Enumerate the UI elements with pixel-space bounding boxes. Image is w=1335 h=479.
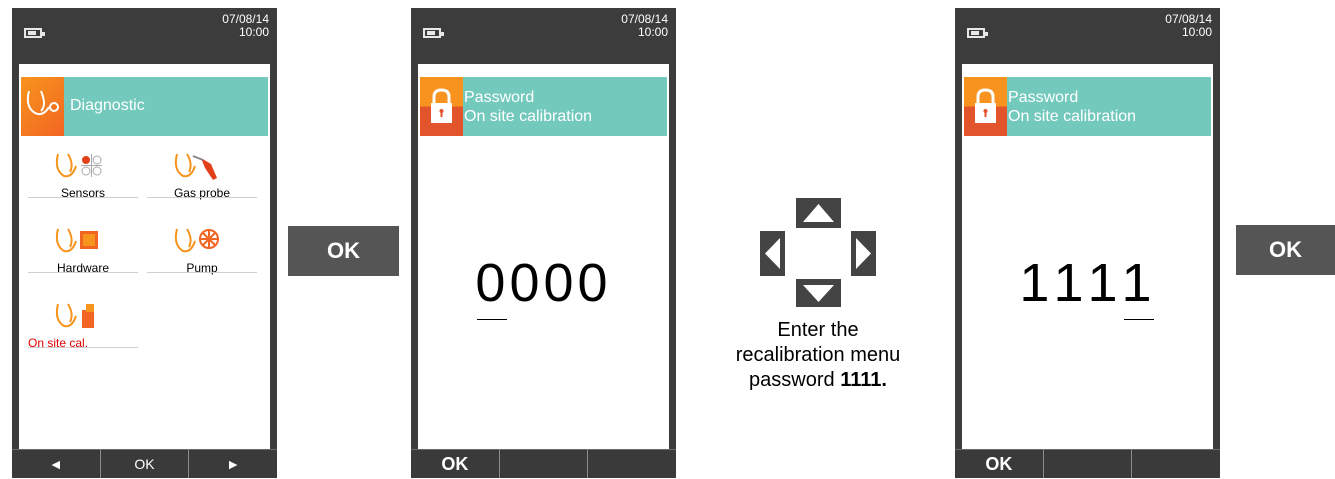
time-text: 10:00 <box>637 25 668 39</box>
tile-sensors[interactable]: Sensors <box>24 150 142 200</box>
stethoscope-icon <box>21 77 64 136</box>
page-title: Diagnostic <box>70 97 145 114</box>
gas-probe-icon <box>171 150 231 184</box>
softkey-empty[interactable] <box>587 449 677 478</box>
tile-on-site-cal[interactable]: On site cal. <box>24 300 142 350</box>
time-text: 10:00 <box>238 25 269 39</box>
page-title-bar: Password On site calibration <box>463 77 667 136</box>
cursor-underline <box>477 319 508 320</box>
datetime: 07/08/14 10:00 <box>222 13 269 39</box>
device-password-filled: 07/08/14 10:00 Password On site calibrat… <box>955 8 1221 478</box>
datetime: 07/08/14 10:00 <box>621 13 668 39</box>
softkey-empty[interactable] <box>1131 449 1221 478</box>
softkey-ok[interactable]: OK <box>955 449 1043 478</box>
softkey-empty[interactable] <box>498 449 588 478</box>
instruction-line-1: Enter the <box>777 319 859 341</box>
arrow-keypad <box>758 196 878 308</box>
password-value: 1111. <box>840 369 887 391</box>
password-digits[interactable]: 0 000 <box>418 252 669 320</box>
digit-1: 1 <box>1019 253 1054 313</box>
sensors-icon <box>52 150 112 184</box>
password-header: Password On site calibration <box>420 77 667 136</box>
arrow-down-key[interactable] <box>796 279 841 307</box>
battery-icon <box>423 28 444 38</box>
tile-pump[interactable]: Pump <box>143 225 261 275</box>
softkey-left[interactable]: ◄ <box>12 449 100 478</box>
page-subtitle: On site calibration <box>464 108 593 125</box>
ok-key-1[interactable]: OK <box>288 226 399 276</box>
softkey-right[interactable]: ► <box>188 449 278 478</box>
softkey-bar: ◄ OK ► <box>12 449 278 478</box>
diagnostic-header: Diagnostic <box>21 77 268 136</box>
instruction-text: Enter the recalibration menu password 11… <box>703 318 933 393</box>
device-password-entry: 07/08/14 10:00 Password On site calibrat… <box>411 8 677 478</box>
password-digits[interactable]: 1111 <box>962 252 1213 320</box>
digit-2: 1 <box>1053 253 1088 313</box>
digit-1: 0 <box>475 252 509 320</box>
digit-3: 0 <box>543 253 578 313</box>
instruction-line-2: recalibration menu <box>735 344 901 366</box>
page-title-bar: Password On site calibration <box>1007 77 1211 136</box>
status-bar: 07/08/14 10:00 <box>955 8 1220 56</box>
softkey-ok[interactable]: OK <box>99 449 189 478</box>
softkey-bar: OK <box>411 449 677 478</box>
lock-icon <box>420 77 463 136</box>
softkey-ok[interactable]: OK <box>411 449 499 478</box>
datetime: 07/08/14 10:00 <box>1165 13 1212 39</box>
status-bar: 07/08/14 10:00 <box>411 8 676 56</box>
page-title: Password <box>1008 89 1079 106</box>
screen: Diagnostic Sensors Gas probe Hardware Pu… <box>19 64 270 450</box>
page-title: Password <box>464 89 535 106</box>
arrow-up-key[interactable] <box>796 198 841 228</box>
instruction-line-3: password 1111. <box>749 369 887 391</box>
screen: Password On site calibration 0 000 <box>418 64 669 450</box>
ok-key-2[interactable]: OK <box>1236 225 1335 275</box>
screen: Password On site calibration 1111 <box>962 64 1213 450</box>
page-subtitle: On site calibration <box>1008 108 1137 125</box>
digit-2: 0 <box>509 253 544 313</box>
lock-icon <box>964 77 1007 136</box>
hardware-icon <box>52 225 112 259</box>
softkey-empty[interactable] <box>1042 449 1132 478</box>
tile-gas-probe[interactable]: Gas probe <box>143 150 261 200</box>
digit-4: 0 <box>577 253 612 313</box>
softkey-bar: OK <box>955 449 1221 478</box>
tile-hardware[interactable]: Hardware <box>24 225 142 275</box>
digit-4: 1 <box>1122 252 1156 320</box>
battery-icon <box>24 28 45 38</box>
battery-icon <box>967 28 988 38</box>
page-title-bar: Diagnostic <box>64 77 268 136</box>
cursor-underline <box>1123 319 1154 320</box>
device-diagnostic: 07/08/14 10:00 Diagnostic Sensors Gas pr… <box>12 8 278 478</box>
status-bar: 07/08/14 10:00 <box>12 8 277 56</box>
on-site-cal-icon <box>52 300 112 334</box>
digit-3: 1 <box>1087 253 1122 313</box>
arrow-left-key[interactable] <box>760 231 785 276</box>
arrow-right-key[interactable] <box>851 231 876 276</box>
password-header: Password On site calibration <box>964 77 1211 136</box>
time-text: 10:00 <box>1181 25 1212 39</box>
pump-icon <box>171 225 231 259</box>
